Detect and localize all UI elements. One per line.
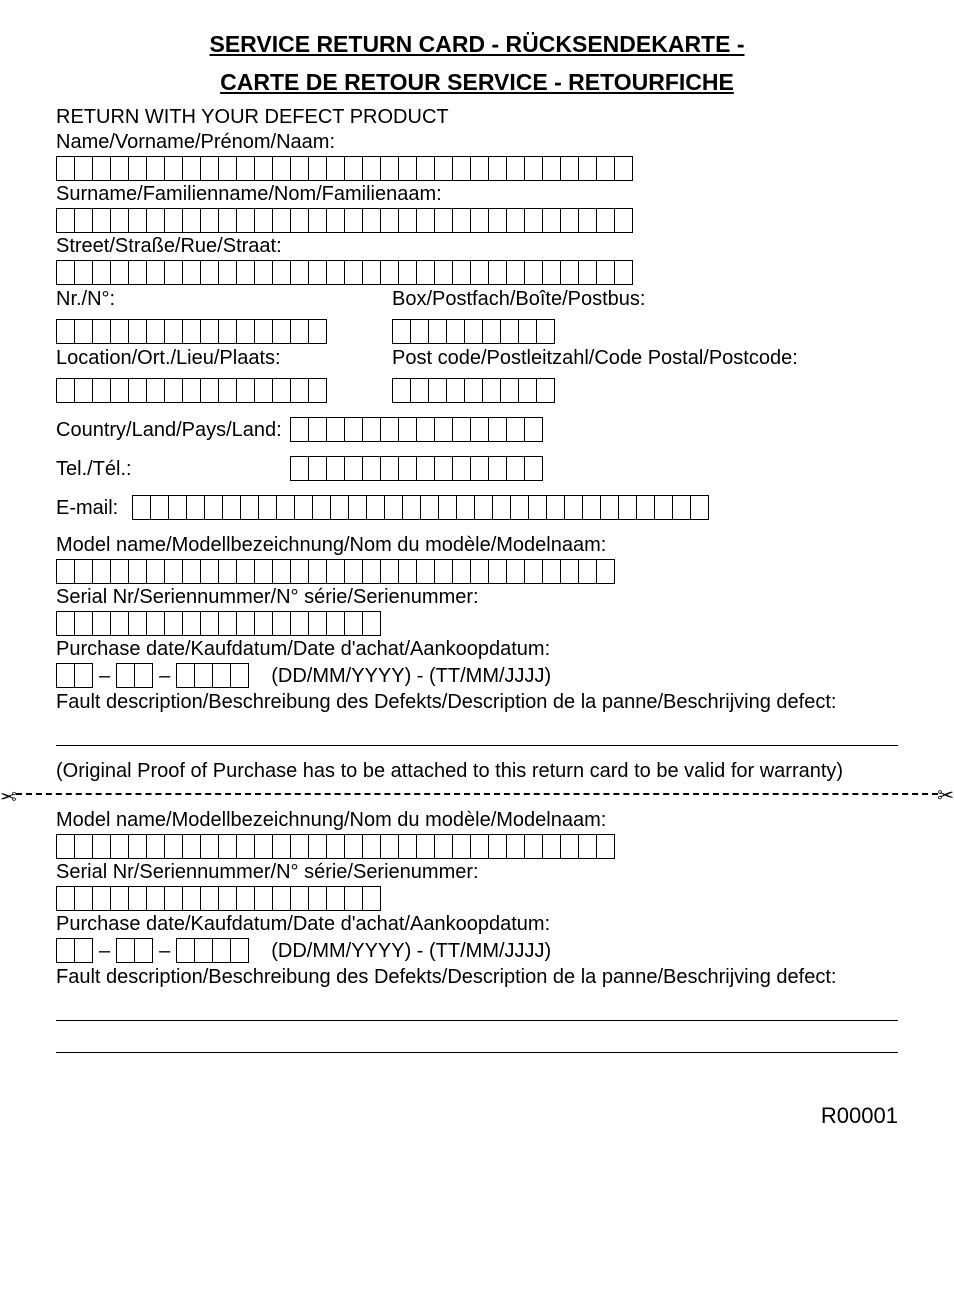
model2-label: Model name/Modellbezeichnung/Nom du modè… — [56, 809, 898, 832]
purchase1-format: (DD/MM/YYYY) - (TT/MM/JJJJ) — [271, 665, 551, 688]
form-title-1: SERVICE RETURN CARD - RÜCKSENDEKARTE - — [56, 30, 898, 60]
purchase2-yyyy[interactable] — [176, 938, 249, 963]
name-input[interactable] — [56, 156, 898, 181]
serial2-label: Serial Nr/Seriennummer/N° série/Serienum… — [56, 861, 898, 884]
tel-input[interactable] — [290, 456, 543, 481]
serial1-input[interactable] — [56, 611, 898, 636]
form-subtitle: RETURN WITH YOUR DEFECT PRODUCT — [56, 106, 898, 129]
purchase2-dd[interactable] — [56, 938, 93, 963]
scissors-icon: ✂ — [937, 783, 954, 808]
fault2-label: Fault description/Beschreibung des Defek… — [56, 966, 898, 989]
model1-input[interactable] — [56, 559, 898, 584]
postcode-label: Post code/Postleitzahl/Code Postal/Postc… — [392, 347, 898, 370]
surname-input[interactable] — [56, 208, 898, 233]
date-sep-icon: – — [157, 665, 172, 688]
fault2-line1[interactable] — [56, 997, 898, 1021]
fault1-label: Fault description/Beschreibung des Defek… — [56, 691, 898, 714]
date-sep-icon: – — [97, 665, 112, 688]
purchase1-mm[interactable] — [116, 663, 153, 688]
form-title-2: CARTE DE RETOUR SERVICE - RETOURFICHE — [56, 68, 898, 98]
purchase2-label: Purchase date/Kaufdatum/Date d'achat/Aan… — [56, 913, 898, 936]
purchase2-format: (DD/MM/YYYY) - (TT/MM/JJJJ) — [271, 940, 551, 963]
model2-input[interactable] — [56, 834, 898, 859]
date-sep-icon: – — [97, 940, 112, 963]
fault1-line[interactable] — [56, 722, 898, 746]
email-input[interactable] — [132, 495, 709, 520]
purchase1-dd[interactable] — [56, 663, 93, 688]
warranty-note: (Original Proof of Purchase has to be at… — [56, 760, 898, 783]
nr-input[interactable] — [56, 319, 392, 344]
cut-line: ✂ ✂ — [16, 793, 938, 795]
tel-label: Tel./Tél.: — [56, 458, 276, 481]
country-label: Country/Land/Pays/Land: — [56, 419, 276, 442]
model1-label: Model name/Modellbezeichnung/Nom du modè… — [56, 534, 898, 557]
location-label: Location/Ort./Lieu/Plaats: — [56, 347, 392, 370]
email-label: E-mail: — [56, 497, 118, 520]
serial1-label: Serial Nr/Seriennummer/N° série/Serienum… — [56, 586, 898, 609]
serial2-input[interactable] — [56, 886, 898, 911]
purchase1-yyyy[interactable] — [176, 663, 249, 688]
box-input[interactable] — [392, 319, 898, 344]
form-code: R00001 — [56, 1103, 898, 1129]
street-input[interactable] — [56, 260, 898, 285]
nr-label: Nr./N°: — [56, 288, 392, 311]
scissors-icon: ✂ — [0, 783, 17, 808]
name-label: Name/Vorname/Prénom/Naam: — [56, 131, 898, 154]
street-label: Street/Straße/Rue/Straat: — [56, 235, 898, 258]
box-label: Box/Postfach/Boîte/Postbus: — [392, 288, 898, 311]
surname-label: Surname/Familienname/Nom/Familienaam: — [56, 183, 898, 206]
fault2-line2[interactable] — [56, 1029, 898, 1053]
purchase2-mm[interactable] — [116, 938, 153, 963]
country-input[interactable] — [290, 417, 543, 442]
date-sep-icon: – — [157, 940, 172, 963]
postcode-input[interactable] — [392, 378, 898, 403]
purchase1-label: Purchase date/Kaufdatum/Date d'achat/Aan… — [56, 638, 898, 661]
location-input[interactable] — [56, 378, 392, 403]
